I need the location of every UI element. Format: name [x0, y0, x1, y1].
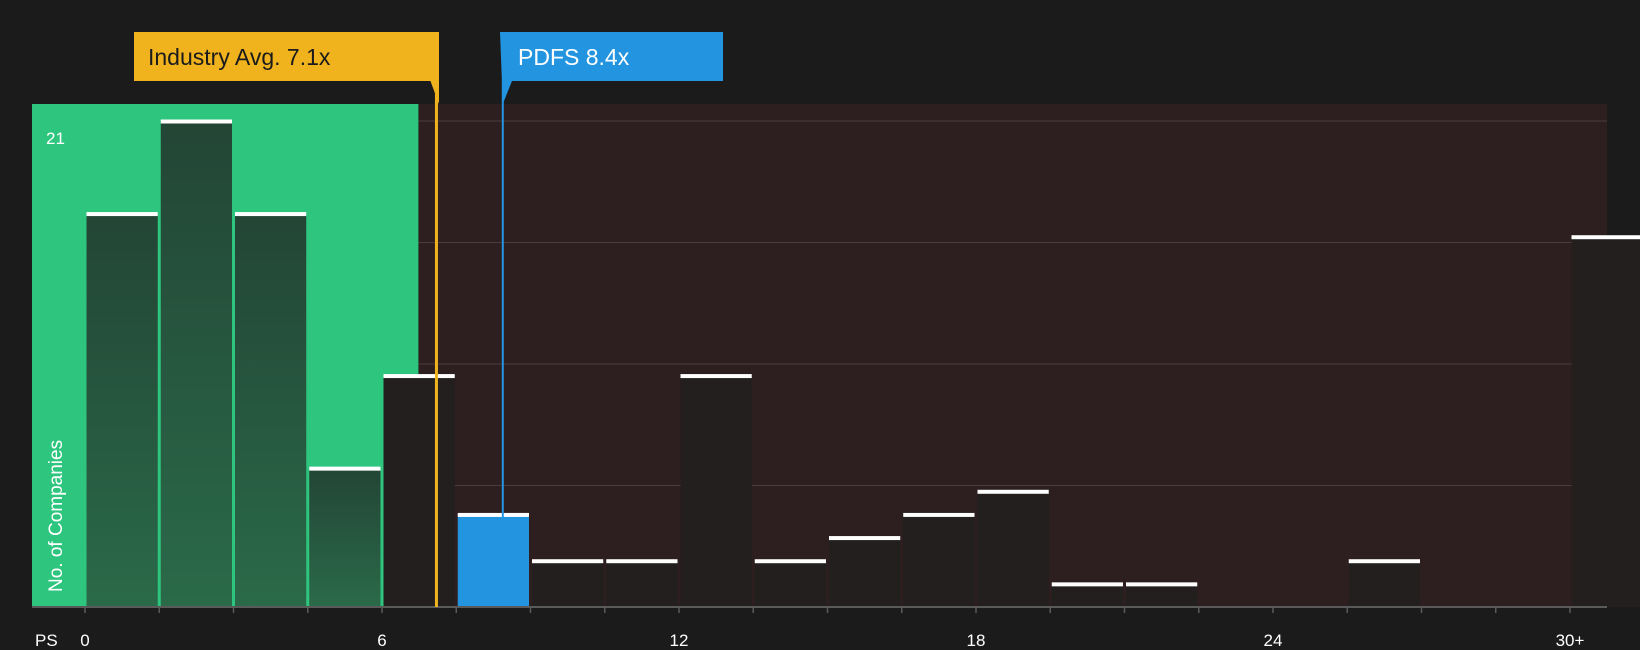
- company-label: PDFS 8.4x: [518, 44, 630, 70]
- bar-top-marker: [532, 559, 604, 564]
- histogram-bar: [606, 560, 678, 607]
- histogram-bar: [1348, 560, 1420, 607]
- x-tick-label: 24: [1264, 631, 1283, 650]
- ps-distribution-chart: 0 6 12 18 24 30+ PS 21 No. of Companies Industry …: [0, 0, 1640, 650]
- histogram-bar: [754, 560, 826, 607]
- bar-top-marker: [977, 489, 1049, 494]
- histogram-bar: [1126, 583, 1198, 607]
- histogram-bar: [1571, 236, 1640, 607]
- x-tick-label: 12: [670, 631, 689, 650]
- histogram-bar: [383, 375, 455, 607]
- histogram-bar: [680, 375, 752, 607]
- chart-canvas: 0 6 12 18 24 30+ PS 21 No. of Companies Industry …: [32, 32, 1640, 650]
- histogram-bar: [457, 514, 529, 607]
- x-tick-label: 0: [80, 631, 89, 650]
- bar-top-marker: [606, 559, 678, 564]
- histogram-bar: [977, 491, 1049, 607]
- y-axis-title: No. of Companies: [46, 440, 67, 592]
- histogram-bar: [532, 560, 604, 607]
- histogram-bar: [160, 121, 232, 607]
- y-top-label: 21: [46, 129, 65, 148]
- histogram-bar: [86, 213, 158, 608]
- industry-avg-label: Industry Avg. 7.1x: [148, 44, 331, 70]
- bar-top-marker: [86, 212, 158, 217]
- bar-top-marker: [1571, 235, 1640, 240]
- bar-top-marker: [1051, 582, 1123, 587]
- histogram-bar: [829, 537, 901, 607]
- bar-top-marker: [309, 466, 381, 471]
- bar-top-marker: [1126, 582, 1198, 587]
- x-axis-title: PS: [35, 631, 58, 650]
- x-tick-label: 6: [377, 631, 386, 650]
- x-tick-label: 30+: [1556, 631, 1585, 650]
- histogram-bar: [235, 213, 307, 608]
- bar-top-marker: [1348, 559, 1420, 564]
- bar-top-marker: [160, 119, 232, 124]
- histogram-bar: [1051, 583, 1123, 607]
- bar-top-marker: [235, 212, 307, 217]
- bar-top-marker: [754, 559, 826, 564]
- x-tick-label: 18: [967, 631, 986, 650]
- bar-top-marker: [829, 536, 901, 541]
- histogram-bar: [903, 514, 975, 607]
- bar-top-marker: [903, 512, 975, 517]
- histogram-bar: [309, 468, 381, 607]
- bar-top-marker: [383, 374, 455, 379]
- bar-top-marker: [680, 374, 752, 379]
- bar-top-marker: [457, 512, 529, 517]
